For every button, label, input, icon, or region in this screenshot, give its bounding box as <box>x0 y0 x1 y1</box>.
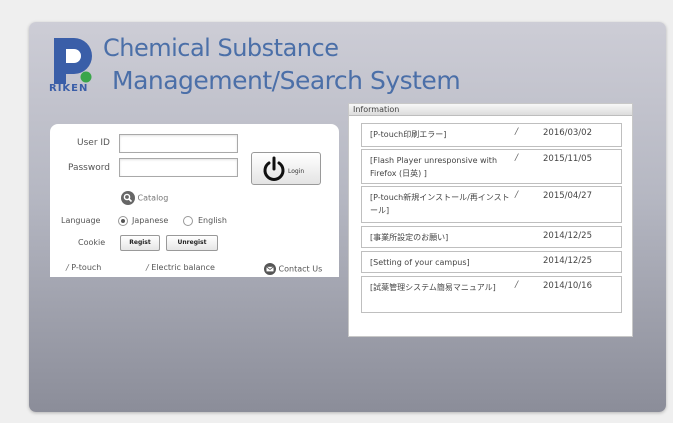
option-english-label: English <box>198 216 227 225</box>
info-item-date: 2015/11/05 <box>543 154 592 164</box>
info-item-date: 2014/12/25 <box>543 256 592 266</box>
paperclip-icon: ∕ <box>146 263 149 272</box>
info-item[interactable]: [Setting of your campus] 2014/12/25 <box>361 251 622 273</box>
info-item-title: [P-touch印刷エラー] <box>370 130 447 139</box>
contact-us-label: Contact Us <box>278 264 323 274</box>
info-item[interactable]: [試薬管理システム簡易マニュアル] ∕ 2014/10/16 <box>361 276 622 313</box>
riken-logo: RIKEN <box>48 34 98 96</box>
info-item[interactable]: [Flash Player unresponsive with Firefox … <box>361 149 622 184</box>
paperclip-icon: ∕ <box>515 153 519 163</box>
regist-button[interactable]: Regist <box>120 235 160 251</box>
information-header: Information <box>349 104 632 116</box>
app-title-line2: Management/Search System <box>112 66 461 95</box>
contact-us-link[interactable]: Contact Us <box>264 263 322 275</box>
info-item-title: [Setting of your campus] <box>370 258 470 267</box>
cookie-label: Cookie <box>78 238 106 247</box>
info-item[interactable]: [P-touch印刷エラー] ∕ 2016/03/02 <box>361 123 622 147</box>
electric-balance-label: Electric balance <box>151 263 215 272</box>
paperclip-icon: ∕ <box>515 280 519 290</box>
electric-balance-link[interactable]: ∕ Electric balance <box>146 263 215 272</box>
mail-icon <box>264 263 276 275</box>
catalog-label: Catalog <box>137 193 169 203</box>
logo-text: RIKEN <box>49 83 89 94</box>
info-item-title: [試薬管理システム簡易マニュアル] <box>370 283 496 292</box>
info-item-title: [事業所設定のお願い] <box>370 233 449 242</box>
radio-english[interactable] <box>183 216 193 226</box>
password-label: Password <box>67 163 110 173</box>
password-input[interactable] <box>119 158 238 177</box>
info-item-date: 2016/03/02 <box>543 128 592 138</box>
app-title-line1: Chemical Substance <box>103 34 339 62</box>
paperclip-icon: ∕ <box>515 190 519 200</box>
info-item-date: 2014/10/16 <box>543 281 592 291</box>
language-label: Language <box>61 216 101 225</box>
login-button[interactable]: Login <box>251 152 321 185</box>
info-item-title: [Flash Player unresponsive with Firefox … <box>370 156 498 178</box>
power-icon <box>263 156 285 181</box>
info-item-title: [P-touch新規インストール/再インストール] <box>370 193 510 215</box>
login-button-label: Login <box>288 168 305 175</box>
paperclip-icon: ∕ <box>515 127 519 137</box>
ptouch-link[interactable]: ∕ P-touch <box>66 263 101 272</box>
unregist-button[interactable]: Unregist <box>166 235 218 251</box>
ptouch-label: P-touch <box>71 263 102 272</box>
radio-japanese[interactable] <box>118 216 128 226</box>
information-panel: Information [P-touch印刷エラー] ∕ 2016/03/02 … <box>348 103 633 337</box>
paperclip-icon: ∕ <box>66 263 69 272</box>
info-item[interactable]: [P-touch新規インストール/再インストール] ∕ 2015/04/27 <box>361 186 622 223</box>
user-id-label: User ID <box>77 138 110 148</box>
catalog-link[interactable]: Catalog <box>121 191 168 205</box>
info-item-date: 2015/04/27 <box>543 191 592 201</box>
search-icon <box>121 191 135 205</box>
info-item[interactable]: [事業所設定のお願い] 2014/12/25 <box>361 226 622 248</box>
info-item-date: 2014/12/25 <box>543 231 592 241</box>
user-id-input[interactable] <box>119 134 238 153</box>
option-japanese-label: Japanese <box>132 216 169 225</box>
